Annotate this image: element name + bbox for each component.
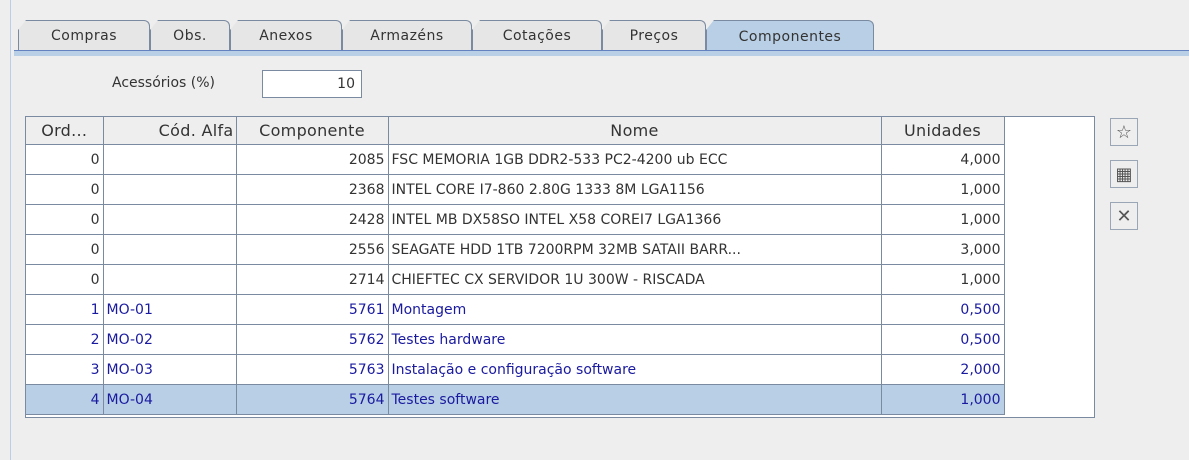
cell-cod-alfa <box>103 204 237 235</box>
tab-label: Componentes <box>738 28 842 45</box>
table-row[interactable]: 0 2085 FSC MEMORIA 1GB DDR2-533 PC2-4200… <box>26 144 1005 175</box>
tab-obs[interactable]: Obs. <box>150 20 230 50</box>
cell-cod-alfa: MO-03 <box>103 354 237 385</box>
grid-view-button[interactable]: ▦ <box>1110 160 1138 188</box>
cell-nome: Testes software <box>388 384 882 415</box>
cell-unidades: 1,000 <box>881 174 1005 205</box>
accessories-label: Acessórios (%) <box>112 75 215 91</box>
tab-compras[interactable]: Compras <box>18 20 150 50</box>
column-header-componente[interactable]: Componente <box>236 117 389 145</box>
cell-cod-alfa <box>103 144 237 175</box>
cell-cod-alfa <box>103 234 237 265</box>
column-header-cod-alfa[interactable]: Cód. Alfa <box>103 117 237 145</box>
table-row[interactable]: 0 2428 INTEL MB DX58SO INTEL X58 COREI7 … <box>26 204 1005 235</box>
table-row[interactable]: 0 2368 INTEL CORE I7-860 2.80G 1333 8M L… <box>26 174 1005 205</box>
remove-component-button[interactable]: ✕ <box>1110 202 1138 230</box>
cell-nome: INTEL MB DX58SO INTEL X58 COREI7 LGA1366 <box>388 204 882 235</box>
table-row[interactable]: 0 2556 SEAGATE HDD 1TB 7200RPM 32MB SATA… <box>26 234 1005 265</box>
cell-cod-alfa: MO-01 <box>103 294 237 325</box>
cell-ord: 3 <box>26 354 104 385</box>
cell-nome: CHIEFTEC CX SERVIDOR 1U 300W - RISCADA <box>388 264 882 295</box>
cell-componente: 5763 <box>236 354 389 385</box>
cell-componente: 2556 <box>236 234 389 265</box>
column-header-nome[interactable]: Nome <box>388 117 882 145</box>
cell-componente: 5761 <box>236 294 389 325</box>
cell-ord: 1 <box>26 294 104 325</box>
table-row[interactable]: 0 2714 CHIEFTEC CX SERVIDOR 1U 300W - RI… <box>26 264 1005 295</box>
panel-left-border <box>10 0 11 460</box>
cell-cod-alfa: MO-02 <box>103 324 237 355</box>
table-row-selected[interactable]: 4 MO-04 5764 Testes software 1,000 <box>26 384 1005 415</box>
tab-anexos[interactable]: Anexos <box>230 20 342 50</box>
tab-content-border <box>14 50 1189 56</box>
tab-label: Preços <box>629 27 679 44</box>
star-icon: ☆ <box>1115 121 1133 143</box>
header-divider <box>1004 117 1005 145</box>
cell-unidades: 0,500 <box>881 324 1005 355</box>
column-header-unidades[interactable]: Unidades <box>881 117 1005 145</box>
cell-nome: Montagem <box>388 294 882 325</box>
tab-label: Compras <box>51 27 117 44</box>
cell-nome: FSC MEMORIA 1GB DDR2-533 PC2-4200 ub ECC <box>388 144 882 175</box>
cell-componente: 2428 <box>236 204 389 235</box>
cell-unidades: 1,000 <box>881 264 1005 295</box>
column-header-ord[interactable]: Ord... <box>26 117 104 145</box>
cell-nome: Testes hardware <box>388 324 882 355</box>
cell-componente: 5762 <box>236 324 389 355</box>
cell-cod-alfa <box>103 174 237 205</box>
cell-nome: Instalação e configuração software <box>388 354 882 385</box>
cell-ord: 0 <box>26 264 104 295</box>
tab-componentes[interactable]: Componentes <box>706 20 874 52</box>
tab-label: Armazéns <box>370 27 444 44</box>
cell-unidades: 1,000 <box>881 204 1005 235</box>
cell-ord: 0 <box>26 234 104 265</box>
cell-ord: 4 <box>26 384 104 415</box>
cell-nome: INTEL CORE I7-860 2.80G 1333 8M LGA1156 <box>388 174 882 205</box>
cell-cod-alfa: MO-04 <box>103 384 237 415</box>
tab-bar: Compras Obs. Anexos Armazéns Cotações Pr… <box>18 20 1189 52</box>
table-row[interactable]: 3 MO-03 5763 Instalação e configuração s… <box>26 354 1005 385</box>
tab-precos[interactable]: Preços <box>602 20 706 50</box>
cell-cod-alfa <box>103 264 237 295</box>
add-component-button[interactable]: ☆ <box>1110 118 1138 146</box>
cell-componente: 2714 <box>236 264 389 295</box>
cell-unidades: 2,000 <box>881 354 1005 385</box>
cell-componente: 2368 <box>236 174 389 205</box>
cell-ord: 0 <box>26 174 104 205</box>
tab-label: Cotações <box>502 27 572 44</box>
components-table: Ord... Cód. Alfa Componente Nome Unidade… <box>25 116 1095 418</box>
delete-icon: ✕ <box>1116 205 1132 227</box>
cell-ord: 0 <box>26 204 104 235</box>
table-header: Ord... Cód. Alfa Componente Nome Unidade… <box>26 117 1005 145</box>
cell-unidades: 1,000 <box>881 384 1005 415</box>
tab-cotacoes[interactable]: Cotações <box>472 20 602 50</box>
cell-ord: 2 <box>26 324 104 355</box>
cell-nome: SEAGATE HDD 1TB 7200RPM 32MB SATAII BARR… <box>388 234 882 265</box>
cell-componente: 2085 <box>236 144 389 175</box>
keyboard-icon: ▦ <box>1115 163 1133 185</box>
cell-unidades: 4,000 <box>881 144 1005 175</box>
table-row[interactable]: 2 MO-02 5762 Testes hardware 0,500 <box>26 324 1005 355</box>
tab-label: Anexos <box>259 27 313 44</box>
tab-label: Obs. <box>173 27 207 44</box>
tab-armazens[interactable]: Armazéns <box>342 20 472 50</box>
cell-componente: 5764 <box>236 384 389 415</box>
table-row[interactable]: 1 MO-01 5761 Montagem 0,500 <box>26 294 1005 325</box>
cell-unidades: 0,500 <box>881 294 1005 325</box>
cell-unidades: 3,000 <box>881 234 1005 265</box>
accessories-input[interactable] <box>262 70 362 98</box>
cell-ord: 0 <box>26 144 104 175</box>
